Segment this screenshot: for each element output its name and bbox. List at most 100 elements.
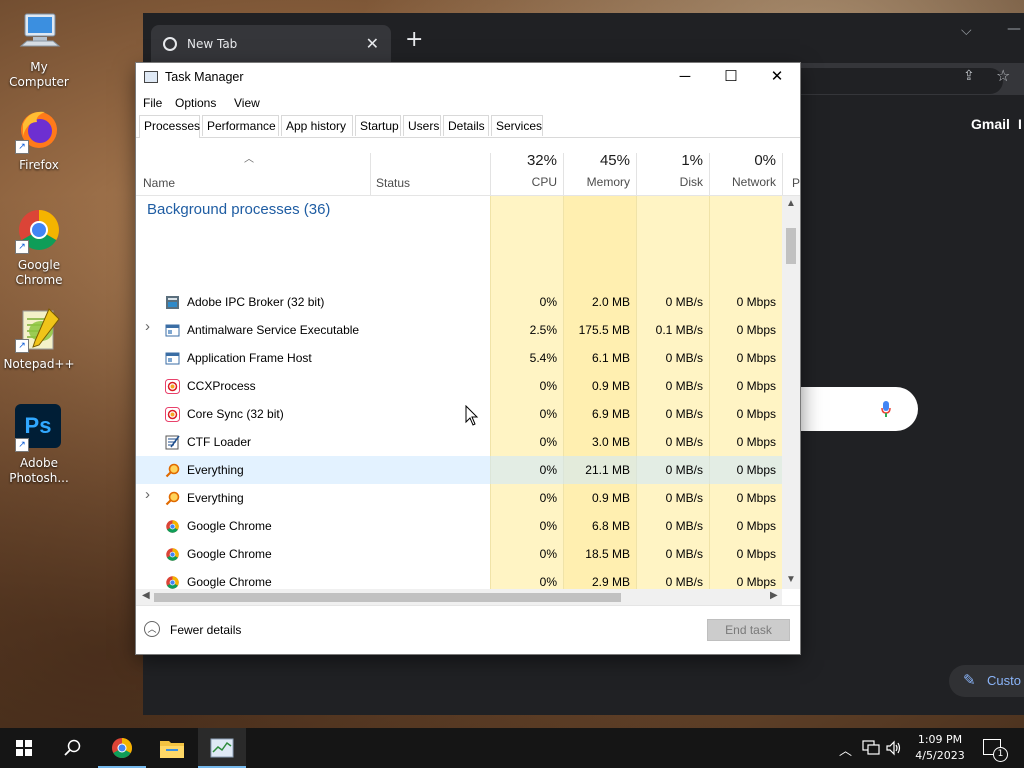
tab-users[interactable]: Users (403, 115, 441, 136)
desktop-icon-notepadpp[interactable]: ↗ Notepad++ (3, 305, 75, 372)
gmail-link[interactable]: Gmail (971, 116, 1010, 132)
horizontal-scrollbar[interactable]: ◀ ▶ (136, 589, 782, 605)
desktop-icon-photoshop[interactable]: Ps ↗ Adobe Photosh... (3, 404, 75, 486)
expand-chevron-icon[interactable]: › (145, 486, 150, 503)
system-clock[interactable]: 1:09 PM 4/5/2023 (912, 732, 968, 764)
share-icon[interactable]: ⇪ (963, 68, 975, 84)
tab-startup[interactable]: Startup (355, 115, 401, 136)
column-cpu[interactable]: 32% CPU (490, 152, 557, 189)
chevron-up-icon[interactable]: ︿ (839, 740, 852, 759)
chrome-tab-title: New Tab (187, 37, 238, 51)
process-network-value: 0 Mbps (736, 323, 776, 337)
tab-app-history[interactable]: App history (281, 115, 353, 136)
close-tab-icon[interactable]: ✕ (366, 34, 379, 53)
process-list: Background processes (36) Adobe IPC Brok… (136, 196, 782, 589)
column-divider (782, 153, 783, 195)
images-link[interactable]: I (1018, 116, 1022, 132)
process-row[interactable]: Google Chrome 0% 2.9 MB 0 MB/s 0 Mbps (136, 568, 782, 589)
chrome-icon (165, 547, 180, 562)
horizontal-scroll-thumb[interactable] (154, 593, 621, 602)
taskbar-chrome[interactable] (98, 728, 146, 768)
desktop-icon-my-computer[interactable]: My Computer (3, 8, 75, 90)
network-icon[interactable] (862, 740, 880, 756)
column-disk[interactable]: 1% Disk (636, 152, 703, 189)
process-row[interactable]: CTF Loader 0% 3.0 MB 0 MB/s 0 Mbps (136, 428, 782, 456)
process-memory-value: 3.0 MB (591, 435, 630, 449)
end-task-button[interactable]: End task (707, 619, 790, 641)
process-row[interactable]: Google Chrome 0% 6.8 MB 0 MB/s 0 Mbps (136, 512, 782, 540)
scroll-up-icon[interactable]: ▲ (786, 198, 796, 209)
process-cpu-value: 0% (539, 463, 557, 477)
process-cpu-value: 0% (539, 379, 557, 393)
column-power-truncated[interactable]: P (792, 176, 800, 190)
tab-services[interactable]: Services (491, 115, 543, 136)
sort-ascending-icon[interactable]: ︿ (244, 150, 254, 165)
process-row[interactable]: › Antimalware Service Executable 2.5% 175.5… (136, 316, 782, 344)
process-disk-value: 0 MB/s (665, 519, 703, 533)
title-bar[interactable]: Task Manager ─ ☐ ✕ (136, 63, 800, 93)
vertical-scroll-thumb[interactable] (786, 228, 796, 264)
menu-options[interactable]: Options (175, 96, 216, 110)
column-name[interactable]: Name (143, 176, 175, 190)
process-row[interactable]: Google Chrome 0% 18.5 MB 0 MB/s 0 Mbps (136, 540, 782, 568)
process-memory-value: 6.1 MB (591, 351, 630, 365)
group-header-background-processes[interactable]: Background processes (36) (147, 201, 330, 218)
vertical-scrollbar[interactable]: ▲ ▼ (782, 196, 800, 589)
network-total: 0% (754, 152, 776, 169)
disk-total: 1% (681, 152, 703, 169)
close-button[interactable]: ✕ (754, 63, 800, 93)
process-network-value: 0 Mbps (736, 379, 776, 393)
fewer-details-link[interactable]: Fewer details (170, 623, 241, 637)
desktop-icon-firefox[interactable]: ↗ Firefox (3, 106, 75, 173)
microphone-icon[interactable] (881, 401, 891, 417)
process-disk-value: 0 MB/s (665, 491, 703, 505)
maximize-button[interactable]: ☐ (708, 63, 754, 93)
menu-view[interactable]: View (234, 96, 260, 110)
process-disk-value: 0.1 MB/s (655, 323, 703, 337)
process-cpu-value: 0% (539, 407, 557, 421)
notification-icon[interactable]: 1 (983, 739, 1008, 762)
bookmark-star-icon[interactable]: ☆ (996, 66, 1010, 85)
chevron-down-icon[interactable]: ⌵ (961, 23, 972, 39)
new-tab-button[interactable]: + (405, 27, 423, 52)
tab-details[interactable]: Details (443, 115, 489, 136)
process-cpu-value: 0% (539, 547, 557, 561)
menu-file[interactable]: File (143, 96, 162, 110)
taskbar-task-manager[interactable] (198, 728, 246, 768)
tab-performance[interactable]: Performance (202, 115, 279, 136)
start-button[interactable] (0, 728, 48, 768)
process-name: Adobe IPC Broker (32 bit) (187, 295, 325, 309)
expand-chevron-icon[interactable]: › (145, 318, 150, 335)
scroll-down-icon[interactable]: ▼ (786, 574, 796, 585)
process-name: Application Frame Host (187, 351, 312, 365)
memory-total: 45% (599, 152, 630, 169)
scroll-right-icon[interactable]: ▶ (770, 590, 778, 601)
minimize-icon[interactable]: — (1007, 21, 1021, 37)
column-memory[interactable]: 45% Memory (563, 152, 630, 189)
process-row[interactable]: › Everything 0% 0.9 MB 0 MB/s 0 Mbps (136, 484, 782, 512)
minimize-button[interactable]: ─ (662, 63, 708, 93)
chevron-up-circle-icon[interactable]: ︿ (144, 621, 160, 637)
desktop-icon-google-chrome[interactable]: ↗ Google Chrome (3, 206, 75, 288)
notification-count-badge: 1 (993, 747, 1008, 762)
column-divider (370, 153, 371, 195)
chrome-tab[interactable]: New Tab ✕ (151, 25, 391, 63)
process-row[interactable]: Application Frame Host 5.4% 6.1 MB 0 MB/s 0 … (136, 344, 782, 372)
column-network[interactable]: 0% Network (709, 152, 776, 189)
taskbar-file-explorer[interactable] (148, 728, 196, 768)
taskbar-search-button[interactable] (48, 728, 96, 768)
ctf-loader-icon (165, 435, 180, 450)
chrome-icon (112, 738, 132, 758)
process-row[interactable]: Everything 0% 21.1 MB 0 MB/s 0 Mbps (136, 456, 782, 484)
process-row[interactable]: Core Sync (32 bit) 0% 6.9 MB 0 MB/s 0 Mbps (136, 400, 782, 428)
desktop: My Computer ↗ Firefox ↗ Google Chrome ↗ … (0, 0, 1024, 728)
column-status[interactable]: Status (376, 176, 410, 190)
tab-processes[interactable]: Processes (139, 115, 200, 138)
scroll-left-icon[interactable]: ◀ (142, 590, 150, 601)
firefox-icon: ↗ (15, 106, 63, 154)
customize-chrome-button[interactable]: ✎ Custo (949, 665, 1024, 697)
process-row[interactable]: Adobe IPC Broker (32 bit) 0% 2.0 MB 0 MB/s 0… (136, 288, 782, 316)
process-cpu-value: 2.5% (529, 323, 557, 337)
volume-icon[interactable] (886, 740, 902, 756)
process-row[interactable]: CCXProcess 0% 0.9 MB 0 MB/s 0 Mbps (136, 372, 782, 400)
